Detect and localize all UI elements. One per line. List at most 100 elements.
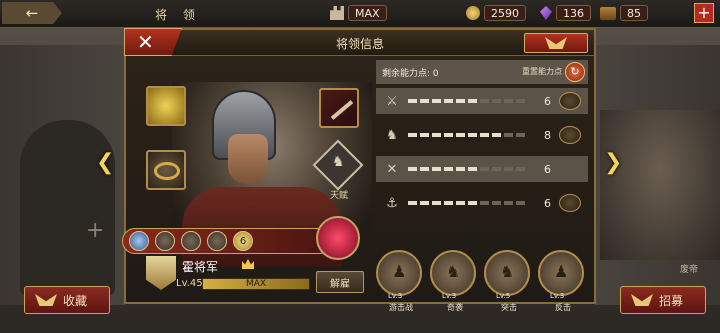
anchor-icon: ⚓	[386, 195, 398, 211]
stat-bar-segment	[432, 133, 441, 137]
stat-bar-segment	[456, 201, 465, 205]
stat-bar-segment	[492, 201, 501, 205]
crossed-weapons-icon: ✕	[386, 161, 398, 177]
stat-bar-segment	[420, 167, 429, 171]
stat-bar-segment	[420, 133, 429, 137]
skill-figure-icon: ♟	[554, 262, 569, 281]
stat-bar-segment	[408, 99, 417, 103]
back-button[interactable]: ←	[2, 2, 62, 24]
stat-bar-segment	[408, 133, 417, 137]
equipment-slot-bracelet[interactable]	[146, 150, 186, 190]
chest-value: 85	[620, 5, 648, 21]
page-title: 将 领	[155, 8, 201, 22]
recruit-button[interactable]: 招募	[620, 286, 706, 314]
stat-bar-segment	[504, 133, 513, 137]
stat-bar-segment	[492, 133, 501, 137]
stat-bar-segment	[408, 167, 417, 171]
add-resource-button[interactable]: +	[694, 3, 714, 23]
skill-figure-icon: ♟	[392, 262, 407, 281]
back-arrow-icon: ←	[25, 4, 39, 22]
talent-label: 天赋	[330, 191, 349, 201]
stat-bar-segment	[444, 99, 453, 103]
skill-button[interactable]: ♟ Lv.3 反击	[538, 250, 584, 312]
general-level: Lv.45	[176, 278, 203, 289]
stat-bar-segment	[468, 99, 477, 103]
purple-gem-icon	[540, 6, 552, 20]
upgrade-laurel-icon[interactable]	[559, 194, 581, 212]
stat-row: ⚔ 6	[376, 88, 588, 114]
gold-counter[interactable]: 2590	[466, 4, 526, 22]
skill-level: Lv.5	[496, 292, 511, 300]
next-general-arrow-icon[interactable]: ❯	[604, 150, 622, 175]
stat-row: ♞ 8	[376, 122, 588, 148]
reset-points-button[interactable]: ↻	[565, 62, 585, 82]
favorite-label: 收藏	[63, 293, 88, 308]
emblem-button[interactable]	[524, 33, 588, 53]
general-name-bar: 霍将军 Lv.45 MAX 解雇	[146, 256, 368, 296]
gem-counter[interactable]: 136	[540, 4, 591, 22]
skill-name: 游击战	[389, 303, 413, 312]
stat-bar-segment	[516, 99, 525, 103]
stats-panel: 剩余能力点: 0 重置能力点 ↻ ⚔ 6 ♞ 8 ✕ 6 ⚓ 6 ♟ Lv.3 游击战 ♞ Lv.3 奇…	[376, 60, 590, 312]
bracelet-icon	[154, 162, 180, 180]
skill-button[interactable]: ♟ Lv.3 游击战	[376, 250, 422, 312]
treasure-chest-icon	[600, 6, 616, 20]
dismiss-button[interactable]: 解雇	[316, 271, 364, 293]
skill-level: Lv.3	[442, 292, 457, 300]
stat-bar-segment	[516, 133, 525, 137]
upgrade-laurel-icon[interactable]	[559, 92, 581, 110]
stat-bar-segment	[480, 133, 489, 137]
stat-bar-segment	[492, 167, 501, 171]
stat-bar-segment	[432, 201, 441, 205]
skill-name: 反击	[555, 303, 571, 312]
stat-bar-segment	[468, 167, 477, 171]
equipment-slot-scroll[interactable]	[146, 86, 186, 126]
stat-bar	[408, 99, 525, 103]
chest-counter[interactable]: 85	[600, 4, 648, 22]
building-level-value: MAX	[348, 5, 387, 21]
stat-bar-segment	[480, 201, 489, 205]
add-general-plus-icon[interactable]: +	[86, 218, 104, 243]
stat-value: 8	[544, 128, 551, 142]
empty-general-slot[interactable]	[20, 120, 115, 295]
gem-slot-3[interactable]	[181, 231, 201, 251]
gem-slot-5[interactable]: 6	[233, 231, 253, 251]
next-general-portrait[interactable]	[600, 110, 720, 260]
upgrade-laurel-icon[interactable]	[559, 126, 581, 144]
stat-bar-segment	[456, 99, 465, 103]
stat-bar-segment	[504, 99, 513, 103]
favorite-button[interactable]: 收藏	[24, 286, 110, 314]
stat-bar-segment	[420, 201, 429, 205]
stat-value: 6	[544, 196, 551, 210]
stat-bar-segment	[444, 201, 453, 205]
red-crystal-icon[interactable]	[316, 216, 360, 260]
skill-button[interactable]: ♞ Lv.3 奇袭	[430, 250, 476, 312]
face-shape	[228, 134, 268, 184]
stat-bar-segment	[468, 133, 477, 137]
gem-slot-2[interactable]	[155, 231, 175, 251]
stat-bar-segment	[480, 167, 489, 171]
remaining-points-label: 剩余能力点: 0	[382, 68, 439, 79]
general-name: 霍将军	[182, 260, 219, 274]
gold-coin-icon	[466, 6, 480, 20]
stat-bar-segment	[504, 201, 513, 205]
gem-slots-bar: 6	[122, 228, 332, 254]
skill-name: 突击	[501, 303, 517, 312]
stat-bar-segment	[516, 201, 525, 205]
stat-bar-segment	[432, 99, 441, 103]
close-icon: ✕	[137, 30, 154, 54]
stat-bar-segment	[420, 99, 429, 103]
stat-bar-segment	[492, 99, 501, 103]
gem-slot-1[interactable]	[129, 231, 149, 251]
equipment-slot-dagger[interactable]	[319, 88, 359, 128]
wings-icon	[35, 294, 57, 306]
stat-bar	[408, 167, 525, 171]
wings-icon	[631, 294, 653, 306]
gem-slot-4[interactable]	[207, 231, 227, 251]
stat-value: 6	[544, 162, 551, 176]
skill-button[interactable]: ♞ Lv.5 突击	[484, 250, 530, 312]
stat-row: ✕ 6	[376, 156, 588, 182]
gem-value: 136	[556, 5, 591, 21]
previous-general-arrow-icon[interactable]: ❮	[96, 150, 114, 175]
skill-name: 奇袭	[447, 303, 463, 312]
